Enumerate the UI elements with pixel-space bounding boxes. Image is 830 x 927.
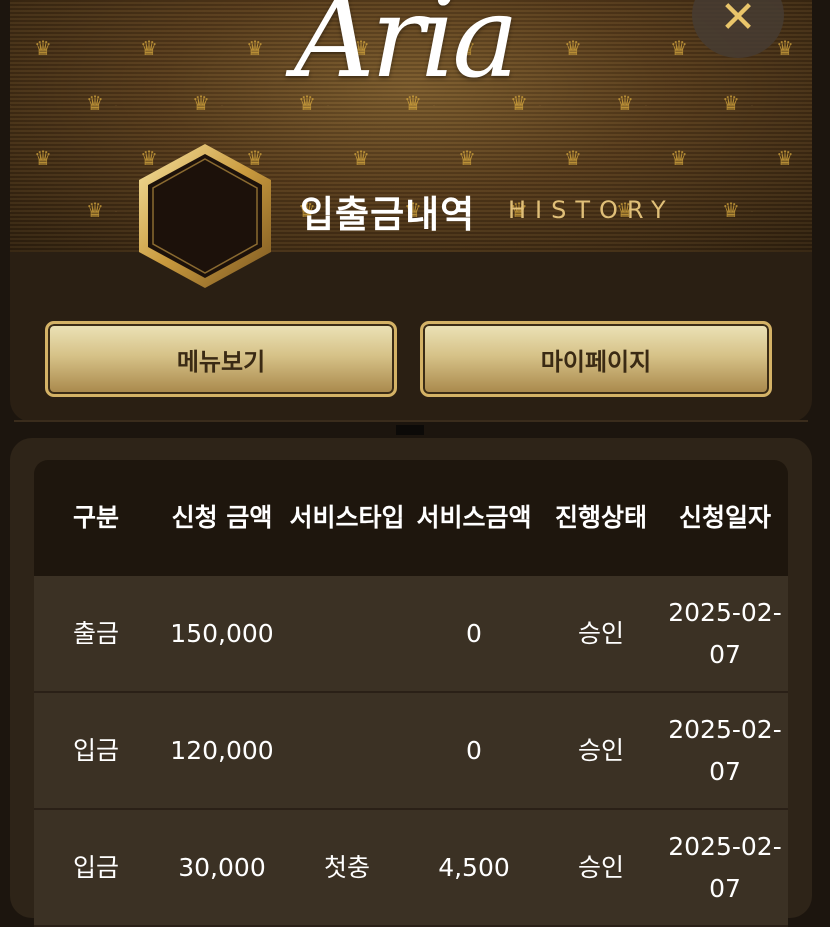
crown-icon: ♛ — [616, 91, 634, 115]
table-row: 출금 150,000 0 승인 2025-02-07 — [34, 576, 788, 693]
mypage-button[interactable]: 마이페이지 — [420, 321, 772, 397]
column-header-amount: 신청 금액 — [171, 503, 273, 532]
menu-button[interactable]: 메뉴보기 — [45, 321, 397, 397]
cell-amount: 150,000 — [170, 618, 274, 648]
cell-date: 2025-02-07 — [668, 831, 782, 903]
cell-status: 승인 — [577, 852, 624, 882]
crown-icon: ♛ — [564, 36, 582, 60]
cell-status: 승인 — [577, 735, 624, 765]
crown-icon: ♛ — [458, 146, 476, 170]
column-header-service-amount: 서비스금액 — [416, 503, 532, 532]
crown-icon: ♛ — [722, 198, 740, 222]
cell-amount: 30,000 — [178, 852, 266, 882]
history-table: 구분 신청 금액 서비스타입 서비스금액 진행상태 신청일자 출금 150,00… — [34, 460, 788, 927]
cell-type: 입금 — [72, 852, 119, 882]
crown-icon: ♛ — [776, 36, 794, 60]
cell-service-amount: 4,500 — [438, 852, 510, 882]
cell-date: 2025-02-07 — [668, 714, 782, 786]
cell-type: 출금 — [72, 618, 119, 648]
column-header-type: 구분 — [72, 503, 119, 532]
cell-service-type — [286, 576, 408, 691]
cell-type: 입금 — [72, 735, 119, 765]
close-icon: ✕ — [719, 0, 757, 43]
crown-icon: ♛ — [140, 36, 158, 60]
page-subtitle: HISTORY — [508, 196, 675, 224]
header-panel: ♛♛♛♛♛♛♛♛♛♛♛♛♛♛♛♛♛♛♛♛♛♛♛♛♛♛♛♛♛♛ Aria 입출금내… — [10, 0, 812, 422]
crown-icon: ♛ — [34, 146, 52, 170]
cell-service-type: 첫충 — [323, 852, 370, 882]
column-header-status: 진행상태 — [554, 503, 647, 532]
crown-icon: ♛ — [670, 36, 688, 60]
page-title: 입출금내역 — [300, 193, 476, 236]
crown-icon: ♛ — [670, 146, 688, 170]
crown-icon: ♛ — [246, 36, 264, 60]
crown-icon: ♛ — [34, 36, 52, 60]
hexagon-emblem-icon — [134, 140, 276, 292]
cell-service-type — [286, 693, 408, 808]
column-header-service-type: 서비스타입 — [289, 503, 405, 532]
cell-status: 승인 — [577, 618, 624, 648]
crown-icon: ♛ — [564, 146, 582, 170]
table-row: 입금 30,000 첫충 4,500 승인 2025-02-07 — [34, 810, 788, 927]
crown-icon: ♛ — [86, 198, 104, 222]
crown-icon: ♛ — [86, 91, 104, 115]
crown-icon: ♛ — [192, 91, 210, 115]
column-header-date: 신청일자 — [678, 503, 771, 532]
cell-service-amount: 0 — [466, 618, 482, 648]
table-row: 입금 120,000 0 승인 2025-02-07 — [34, 693, 788, 810]
logo: Aria — [294, 0, 519, 103]
crown-icon: ♛ — [352, 146, 370, 170]
cell-service-amount: 0 — [466, 735, 482, 765]
cell-amount: 120,000 — [170, 735, 274, 765]
crown-icon: ♛ — [722, 91, 740, 115]
divider-handle — [396, 425, 424, 435]
crown-icon: ♛ — [776, 146, 794, 170]
table-header: 구분 신청 금액 서비스타입 서비스금액 진행상태 신청일자 — [34, 460, 788, 576]
cell-date: 2025-02-07 — [668, 597, 782, 669]
